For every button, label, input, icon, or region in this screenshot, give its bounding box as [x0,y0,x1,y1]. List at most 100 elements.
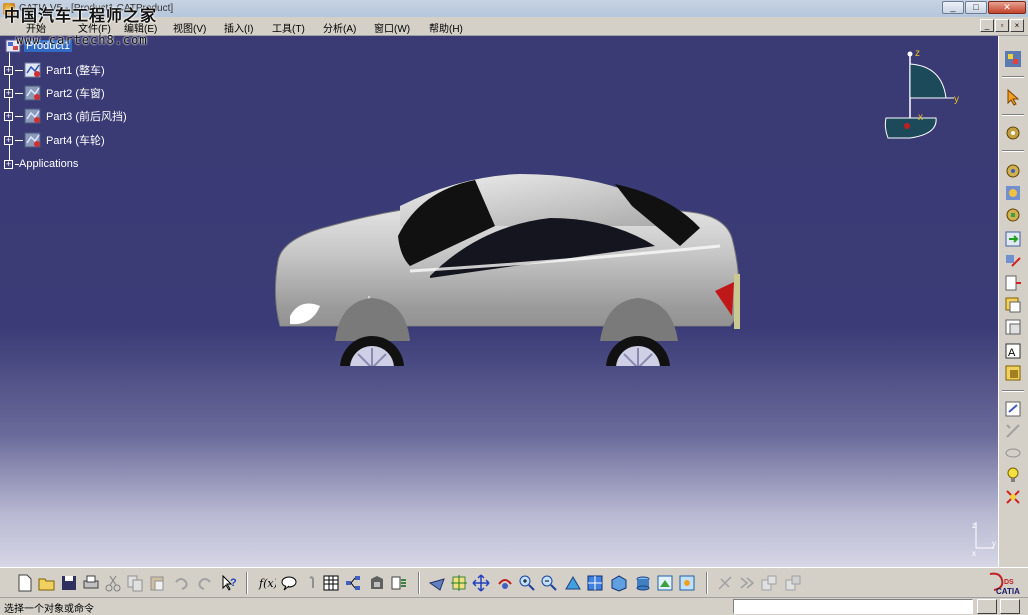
doc-minimize-button[interactable]: _ [980,19,994,32]
expand-icon[interactable]: + [4,159,13,169]
menu-analyze[interactable]: 分析(A) [323,20,356,35]
menu-window[interactable]: 窗口(W) [374,20,410,35]
tree-icon[interactable] [344,574,362,592]
tree-item-part2[interactable]: + Part2 (车窗) [4,84,105,102]
standard-toolbar: ? f(x) DS CATIA [0,567,1028,597]
light-bulb-icon[interactable] [1004,466,1022,484]
fly-icon[interactable] [428,574,446,592]
compass-z-label: z [915,48,920,59]
macro-icon[interactable] [390,574,408,592]
menu-tools[interactable]: 工具(T) [272,20,305,35]
menu-help[interactable]: 帮助(H) [429,20,463,35]
part-icon [24,132,41,148]
zoom-out-icon[interactable] [540,574,558,592]
graph-tree-icon[interactable] [1004,296,1022,314]
screen-icon[interactable] [678,574,696,592]
tree-item-label: Applications [19,158,79,170]
manipulate-icon[interactable] [1004,364,1022,382]
tree-item-part4[interactable]: + Part4 (车轮) [4,131,105,149]
catalog-icon[interactable] [368,574,386,592]
command-input[interactable] [733,599,973,614]
zoom-in-icon[interactable] [518,574,536,592]
table-icon[interactable] [322,574,340,592]
hide-show-icon[interactable] [634,574,652,592]
generate-numbering-icon[interactable] [1004,318,1022,336]
menu-view[interactable]: 视图(V) [173,20,206,35]
copy-icon[interactable] [126,574,144,592]
doc-restore-button[interactable]: ▫ [995,19,1009,32]
component-gear2-icon[interactable] [1004,206,1022,224]
new-icon[interactable] [16,574,34,592]
views-icon[interactable] [586,574,604,592]
tree-item-label: Part1 (整车) [46,65,105,77]
clash-icon[interactable] [1004,444,1022,462]
reorder-icon[interactable] [1004,274,1022,292]
pan-icon[interactable] [472,574,490,592]
status-button-1[interactable] [977,599,997,614]
component-gear-icon[interactable] [1004,184,1022,202]
replace-component-icon[interactable] [1004,252,1022,270]
redo-icon[interactable] [196,574,214,592]
menu-insert[interactable]: 插入(I) [224,20,253,35]
explode-icon[interactable] [1004,422,1022,440]
expand-icon[interactable]: + [4,65,13,75]
formula-icon[interactable]: f(x) [258,574,276,592]
measure-icon[interactable] [716,574,734,592]
open-icon[interactable] [38,574,56,592]
cut-icon[interactable] [104,574,122,592]
measure-between-icon[interactable] [784,574,802,592]
knowledge-icon[interactable] [302,574,320,592]
triad-z-label: z [972,521,976,530]
insert-product-icon[interactable] [1004,230,1022,248]
tree-item-label: Part3 (前后风挡) [46,111,127,123]
compass-x-label: x [918,112,923,123]
rotate-icon[interactable] [496,574,514,592]
compass-widget[interactable]: z y x [880,46,970,146]
3d-viewport[interactable]: Product1 + Part1 (整车) + Part2 (车窗) + Par… [0,36,998,567]
tree-item-applications[interactable]: + Applications [4,155,78,173]
restore-button[interactable]: □ [965,1,987,14]
paste-icon[interactable] [148,574,166,592]
car-3d-model[interactable] [260,166,760,366]
render-style-icon[interactable] [610,574,628,592]
catia-logo: DS CATIA [989,572,1020,596]
catia-app-icon[interactable] [1004,50,1022,68]
doc-close-button[interactable]: × [1010,19,1024,32]
watermark-logo: 中国汽车工程师之家 [4,6,158,25]
triad-x-label: x [972,549,976,558]
normal-view-icon[interactable] [564,574,582,592]
svg-text:f(x): f(x) [258,577,276,590]
minimize-button[interactable]: _ [942,1,964,14]
tree-item-part3[interactable]: + Part3 (前后风挡) [4,107,127,125]
watermark-url: www.cartech8.com [16,33,148,47]
tree-item-part1[interactable]: + Part1 (整车) [4,61,105,79]
svg-text:A: A [1008,347,1016,359]
expand-icon[interactable]: + [4,88,13,98]
measure-inertia-icon[interactable] [760,574,778,592]
axis-triad: z y x [972,521,996,558]
gear-icon[interactable] [1004,124,1022,142]
swap-icon[interactable] [656,574,674,592]
expand-icon[interactable]: + [4,135,13,145]
triad-y-label: y [992,539,996,548]
view-mode-icon[interactable]: A [1004,342,1022,360]
whats-this-icon[interactable]: ? [220,574,238,592]
window-controls: _ □ ✕ [942,1,1026,14]
tree-item-label: Part4 (车轮) [46,135,105,147]
measure-icon[interactable] [1004,488,1022,506]
fit-all-icon[interactable] [450,574,468,592]
comment-icon[interactable] [280,574,298,592]
save-icon[interactable] [60,574,78,592]
undo-icon[interactable] [172,574,190,592]
part-icon [24,108,41,124]
part-icon [24,62,41,78]
tree-item-label: Part2 (车窗) [46,88,105,100]
print-icon[interactable] [82,574,100,592]
assembly-gear-icon[interactable] [1004,162,1022,180]
snap-icon[interactable] [1004,400,1022,418]
status-button-2[interactable] [1000,599,1020,614]
close-button[interactable]: ✕ [988,1,1026,14]
measure-item-icon[interactable] [738,574,756,592]
select-arrow-icon[interactable] [1004,88,1022,106]
expand-icon[interactable]: + [4,111,13,121]
